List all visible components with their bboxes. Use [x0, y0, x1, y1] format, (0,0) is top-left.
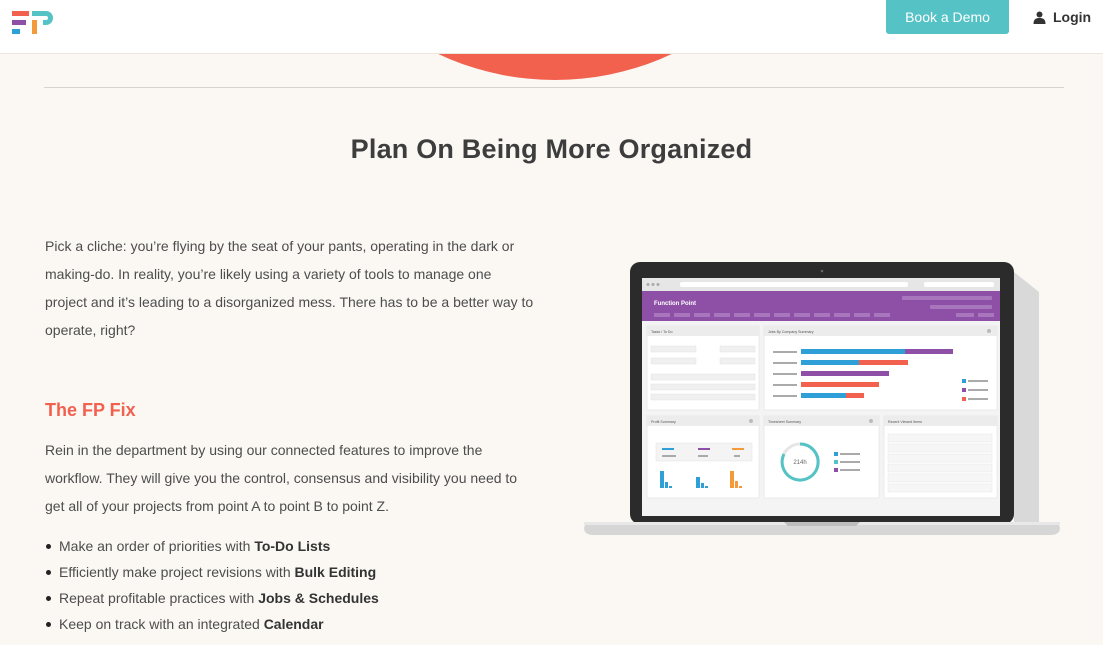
screen-panel-jobs: Jobs By Company Summary	[768, 330, 814, 334]
intro-paragraph: Pick a cliche: you’re flying by the seat…	[45, 238, 534, 338]
fp-logo[interactable]	[12, 10, 54, 36]
feature-text: Keep on track with an integrated	[59, 616, 264, 632]
nav-resources[interactable]: Resources	[566, 12, 638, 28]
nav-pricing[interactable]: Pricing	[493, 12, 540, 28]
feature-text: Efficiently make project revisions with	[59, 564, 295, 580]
main-nav: Product Pricing Resources Blog	[414, 12, 695, 28]
login-label: Login	[1053, 9, 1092, 25]
screen-brand: Function Point	[654, 301, 696, 307]
screen-panel-tasks: Tasks / To Do	[651, 330, 673, 334]
fix-paragraph: Rein in the department by using our conn…	[45, 442, 518, 514]
site-header: Product Pricing Resources Blog Book a De…	[0, 0, 1103, 54]
feature-name: To-Do Lists	[254, 538, 331, 554]
feature-name: Jobs & Schedules	[258, 590, 379, 606]
feature-item: Repeat profitable practices with Jobs & …	[46, 585, 379, 611]
screen-panel-recent: Recent Viewed Items	[888, 420, 922, 424]
feature-name: Calendar	[263, 616, 324, 632]
nav-product[interactable]: Product	[414, 12, 467, 28]
nav-blog[interactable]: Blog	[664, 12, 695, 28]
laptop-dashboard-image: Function Point Tasks / To Do Jobs By Com…	[584, 262, 1060, 535]
screen-timesheet-value: 214h	[793, 460, 806, 466]
feature-text: Make an order of priorities with	[59, 538, 255, 554]
feature-name: Bulk Editing	[294, 564, 377, 580]
feature-item: Efficiently make project revisions with …	[46, 559, 379, 585]
login-link[interactable]: Login	[1033, 9, 1091, 25]
fix-heading: The FP Fix	[45, 400, 136, 420]
user-icon	[1033, 11, 1046, 24]
screen-panel-timesheet: Timesheet Summary	[768, 420, 801, 424]
features-list: Make an order of priorities with To-Do L…	[46, 533, 379, 637]
section-divider	[44, 87, 1064, 88]
feature-item: Keep on track with an integrated Calenda…	[46, 611, 379, 637]
feature-item: Make an order of priorities with To-Do L…	[46, 533, 379, 559]
feature-text: Repeat profitable practices with	[59, 590, 259, 606]
page-title: Plan On Being More Organized	[350, 134, 753, 164]
book-demo-button[interactable]: Book a Demo	[886, 0, 1009, 34]
screen-panel-profit: Profit Summary	[651, 420, 676, 424]
